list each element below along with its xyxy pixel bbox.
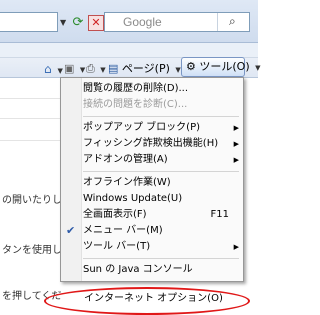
search-divider	[217, 13, 218, 31]
command-bar: ⌂ ▼ ▣ ▼ ⎙ ▼ ▤ ページ(P) ▼ ⚙ ツール(O) ▼	[0, 43, 261, 78]
page-menu-label: ページ(P)	[121, 62, 170, 75]
submenu-arrow-icon: ▶	[233, 243, 239, 251]
menu-item-label: ポップアップ ブロック(P)	[83, 122, 201, 133]
menu-item-label: メニュー バー(M)	[83, 225, 163, 236]
chevron-down-icon[interactable]: ▼	[57, 67, 62, 75]
menu-item-label: 閲覧の履歴の削除(D)...	[83, 83, 189, 94]
search-placeholder: Google	[123, 15, 162, 29]
feed-icon[interactable]: ▣ ▼	[64, 61, 85, 77]
submenu-arrow-icon: ▶	[233, 140, 239, 148]
menu-icon-gutter	[61, 78, 82, 281]
menu-item-windows-update[interactable]: Windows Update(U)	[83, 191, 239, 207]
chevron-down-icon[interactable]: ▼	[80, 66, 85, 74]
menu-item-work-offline[interactable]: オフライン作業(W)	[83, 175, 239, 191]
menu-item-shortcut: F11	[210, 209, 229, 220]
chevron-down-icon: ▼	[175, 66, 181, 74]
menu-item-manage-addons[interactable]: アドオンの管理(A) ▶	[83, 152, 239, 168]
stop-icon[interactable]: ✕	[88, 15, 104, 31]
chevron-down-icon[interactable]: ▼	[100, 66, 105, 74]
menu-item-label: 接続の問題を診断(C)...	[83, 99, 188, 110]
menu-item-label: 全画面表示(F)	[83, 209, 147, 220]
address-dropdown-icon[interactable]: ▼	[60, 18, 70, 28]
search-input[interactable]: Google ⌕	[104, 12, 250, 32]
print-icon[interactable]: ⎙ ▼	[86, 61, 106, 77]
address-bar-row: ▼ ⟳ ✕ Google ⌕	[0, 0, 258, 43]
menu-separator	[83, 258, 239, 259]
page-icon: ▤	[108, 62, 119, 75]
menu-item-label: オフライン作業(W)	[83, 177, 171, 188]
menu-item-java-console[interactable]: Sun の Java コンソール	[83, 262, 239, 278]
menu-item-label: ツール バー(T)	[83, 241, 151, 252]
menu-item-toolbars[interactable]: ツール バー(T) ▶	[83, 239, 239, 255]
menu-item-label: アドオンの管理(A)	[83, 154, 168, 165]
chevron-down-icon: ▼	[255, 64, 261, 72]
menu-item-delete-history[interactable]: 閲覧の履歴の削除(D)...	[83, 81, 239, 97]
checkmark-icon: ✔	[66, 224, 76, 237]
highlight-ellipse	[44, 287, 250, 315]
submenu-arrow-icon: ▶	[233, 156, 239, 164]
menu-item-label: Windows Update(U)	[83, 193, 183, 204]
menu-item-diagnose: 接続の問題を診断(C)...	[83, 97, 239, 113]
page-menu-button[interactable]: ▤ ページ(P) ▼	[108, 61, 181, 77]
tab-strip	[0, 43, 258, 58]
menu-item-popup-blocker[interactable]: ポップアップ ブロック(P) ▶	[83, 120, 239, 136]
menu-item-menu-bar[interactable]: メニュー バー(M)	[83, 223, 239, 239]
menu-item-full-screen[interactable]: 全画面表示(F) F11	[83, 207, 239, 223]
address-field[interactable]	[0, 12, 58, 32]
menu-item-phishing-filter[interactable]: フィッシング詐欺検出機能(H) ▶	[83, 136, 239, 152]
tools-menu-label: ツール(O)	[199, 60, 250, 73]
home-icon[interactable]: ⌂ ▼	[44, 61, 63, 77]
menu-separator	[83, 116, 239, 117]
submenu-arrow-icon: ▶	[233, 124, 239, 132]
tools-menu-button[interactable]: ⚙ ツール(O) ▼	[181, 57, 261, 77]
tools-dropdown-menu: 閲覧の履歴の削除(D)... 接続の問題を診断(C)... ポップアップ ブロッ…	[60, 77, 244, 282]
search-icon[interactable]: ⌕	[229, 14, 236, 29]
gear-icon: ⚙	[186, 60, 196, 73]
menu-item-label: フィッシング詐欺検出機能(H)	[83, 138, 219, 149]
menu-item-label: Sun の Java コンソール	[83, 264, 193, 275]
menu-separator	[83, 171, 239, 172]
refresh-icon[interactable]: ⟳	[70, 15, 86, 31]
